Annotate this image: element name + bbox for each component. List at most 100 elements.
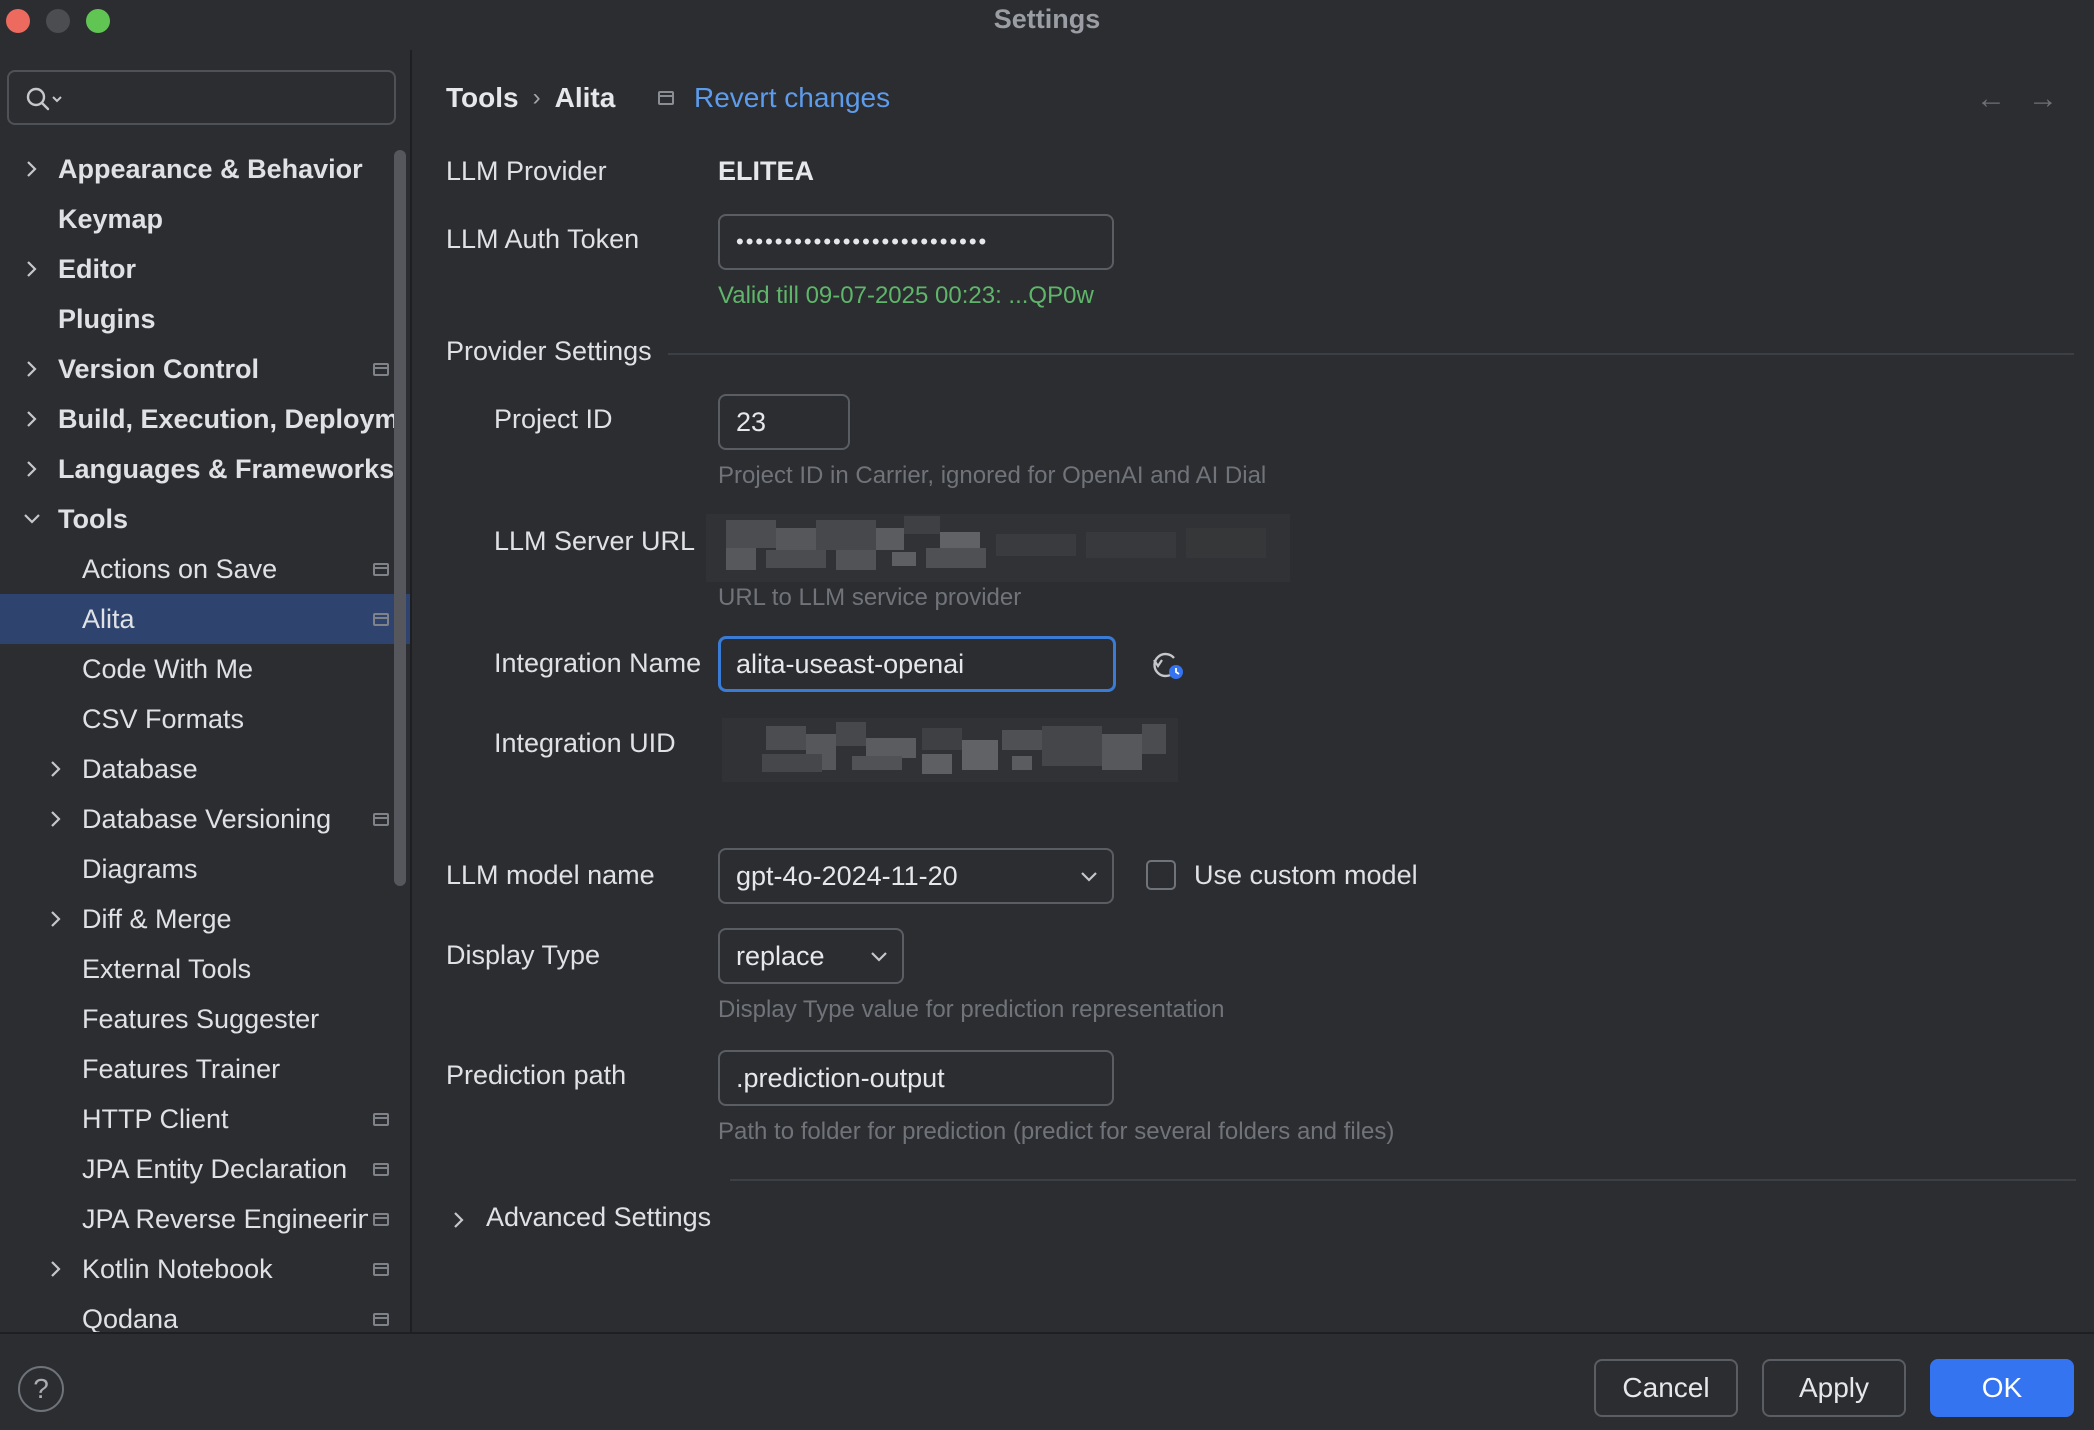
- display-type-dropdown[interactable]: replace: [718, 928, 904, 984]
- sidebar-item-label: Diff & Merge: [82, 904, 232, 934]
- breadcrumb-alita: Alita: [554, 82, 616, 113]
- settings-sidebar: Appearance & Behavior Keymap Editor Plugins…: [0, 50, 412, 1332]
- sidebar-item-alita[interactable]: Alita: [0, 594, 410, 644]
- sidebar-item-appearance-behavior[interactable]: Appearance & Behavior: [0, 144, 410, 194]
- sidebar-item-keymap[interactable]: Keymap: [0, 194, 410, 244]
- sidebar-item-version-control[interactable]: Version Control: [0, 344, 410, 394]
- chevron-right-icon: [454, 1212, 464, 1228]
- sidebar-item-label: Kotlin Notebook: [82, 1254, 273, 1284]
- advanced-settings-toggle[interactable]: Advanced Settings: [452, 1200, 752, 1240]
- chevron-right-icon[interactable]: [46, 744, 66, 794]
- sidebar-item-diff-merge[interactable]: Diff & Merge: [0, 894, 410, 944]
- sidebar-item-label: Keymap: [58, 204, 164, 234]
- revert-changes-link[interactable]: Revert changes: [658, 78, 890, 118]
- chevron-right-icon[interactable]: [46, 1244, 66, 1294]
- chevron-right-icon[interactable]: [46, 794, 66, 844]
- sidebar-item-actions-on-save[interactable]: Actions on Save: [0, 544, 410, 594]
- llm-auth-token-label: LLM Auth Token: [446, 224, 640, 254]
- cancel-button[interactable]: Cancel: [1594, 1359, 1738, 1417]
- llm-provider-label: LLM Provider: [446, 156, 607, 186]
- sidebar-item-http-client[interactable]: HTTP Client: [0, 1094, 410, 1144]
- ok-button[interactable]: OK: [1930, 1359, 2074, 1417]
- sidebar-item-label: Database: [82, 754, 198, 784]
- project-level-icon: [373, 1163, 389, 1176]
- chevron-right-icon[interactable]: [22, 444, 42, 494]
- chevron-down-icon[interactable]: [22, 494, 42, 544]
- forward-arrow-icon[interactable]: →: [2028, 82, 2080, 115]
- breadcrumb-separator: ›: [532, 84, 541, 111]
- project-level-icon: [373, 613, 389, 626]
- project-level-icon: [373, 1113, 389, 1126]
- chevron-right-icon[interactable]: [22, 144, 42, 194]
- display-type-label: Display Type: [446, 940, 601, 970]
- sidebar-item-editor[interactable]: Editor: [0, 244, 410, 294]
- llm-auth-token-field[interactable]: ••••••••••••••••••••••••••: [718, 214, 1114, 270]
- refresh-icon[interactable]: [1150, 650, 1186, 682]
- chevron-right-icon[interactable]: [22, 344, 42, 394]
- llm-model-dropdown[interactable]: gpt-4o-2024-11-20: [718, 848, 1114, 904]
- sidebar-item-build-execution-deployment[interactable]: Build, Execution, Deployment: [0, 394, 410, 444]
- sidebar-item-label: Code With Me: [82, 654, 254, 684]
- sidebar-item-database-versioning[interactable]: Database Versioning: [0, 794, 410, 844]
- advanced-settings-divider: [730, 1179, 2076, 1181]
- sidebar-item-jpa-reverse-engineering[interactable]: JPA Reverse Engineering: [0, 1194, 410, 1244]
- sidebar-item-label: Alita: [82, 604, 135, 634]
- project-id-label: Project ID: [494, 404, 613, 434]
- sidebar-item-label: Features Suggester: [82, 1004, 320, 1034]
- chevron-right-icon[interactable]: [22, 244, 42, 294]
- chevron-right-icon[interactable]: [46, 894, 66, 944]
- settings-search-input[interactable]: [7, 70, 396, 125]
- sidebar-item-jpa-entity-declaration[interactable]: JPA Entity Declaration: [0, 1144, 410, 1194]
- sidebar-item-diagrams[interactable]: Diagrams: [0, 844, 410, 894]
- use-custom-model-label[interactable]: Use custom model: [1194, 860, 1418, 891]
- display-type-hint: Display Type value for prediction repres…: [718, 996, 1225, 1023]
- sidebar-item-label: Actions on Save: [82, 554, 278, 584]
- use-custom-model-checkbox[interactable]: [1146, 860, 1176, 890]
- prediction-path-field[interactable]: .prediction-output: [718, 1050, 1114, 1106]
- project-level-icon: [373, 363, 389, 376]
- token-validity-status: Valid till 09-07-2025 00:23: ...QP0w: [718, 282, 1094, 309]
- sidebar-item-languages-frameworks[interactable]: Languages & Frameworks: [0, 444, 410, 494]
- sidebar-item-database[interactable]: Database: [0, 744, 410, 794]
- project-id-hint: Project ID in Carrier, ignored for OpenA…: [718, 462, 1267, 489]
- sidebar-scrollbar[interactable]: [394, 150, 406, 886]
- provider-settings-divider: [668, 353, 2074, 355]
- sidebar-item-label: HTTP Client: [82, 1104, 229, 1134]
- llm-provider-value: ELITEA: [718, 156, 815, 186]
- help-button[interactable]: ?: [18, 1366, 64, 1412]
- sidebar-item-label: Tools: [58, 504, 128, 534]
- integration-uid-label: Integration UID: [494, 728, 676, 758]
- sidebar-item-csv-formats[interactable]: CSV Formats: [0, 694, 410, 744]
- sidebar-item-features-trainer[interactable]: Features Trainer: [0, 1044, 410, 1094]
- redacted-pixels: [706, 514, 1290, 582]
- sidebar-item-label: Build, Execution, Deployment: [58, 404, 396, 434]
- sidebar-item-external-tools[interactable]: External Tools: [0, 944, 410, 994]
- integration-name-label: Integration Name: [494, 648, 702, 678]
- project-level-icon: [373, 1313, 389, 1326]
- sidebar-item-qodana[interactable]: Qodana: [0, 1294, 410, 1332]
- back-arrow-icon[interactable]: ←: [1976, 82, 2028, 115]
- advanced-settings-label: Advanced Settings: [486, 1202, 712, 1232]
- chevron-down-icon: [870, 930, 888, 982]
- llm-server-url-hint: URL to LLM service provider: [718, 584, 1022, 611]
- project-level-icon: [373, 1213, 389, 1226]
- apply-button[interactable]: Apply: [1762, 1359, 1906, 1417]
- sidebar-item-tools[interactable]: Tools: [0, 494, 410, 544]
- project-id-field[interactable]: 23: [718, 394, 850, 450]
- chevron-right-icon[interactable]: [22, 394, 42, 444]
- sidebar-item-label: Qodana: [82, 1304, 179, 1332]
- sidebar-item-label: External Tools: [82, 954, 252, 984]
- settings-content: Tools › Alita Revert changes ←→ LLM Prov…: [414, 50, 2094, 1332]
- display-type-value: replace: [736, 941, 825, 971]
- settings-tree: Appearance & Behavior Keymap Editor Plugins…: [0, 144, 410, 1332]
- sidebar-item-code-with-me[interactable]: Code With Me: [0, 644, 410, 694]
- integration-name-field[interactable]: alita-useast-openai: [718, 636, 1116, 692]
- title-bar: Settings: [0, 0, 2094, 40]
- sidebar-item-plugins[interactable]: Plugins: [0, 294, 410, 344]
- llm-server-url-label: LLM Server URL: [494, 526, 696, 556]
- prediction-path-hint: Path to folder for prediction (predict f…: [718, 1118, 1395, 1145]
- sidebar-item-features-suggester[interactable]: Features Suggester: [0, 994, 410, 1044]
- sidebar-item-label: Database Versioning: [82, 804, 332, 834]
- breadcrumb-tools[interactable]: Tools: [446, 82, 519, 114]
- sidebar-item-kotlin-notebook[interactable]: Kotlin Notebook: [0, 1244, 410, 1294]
